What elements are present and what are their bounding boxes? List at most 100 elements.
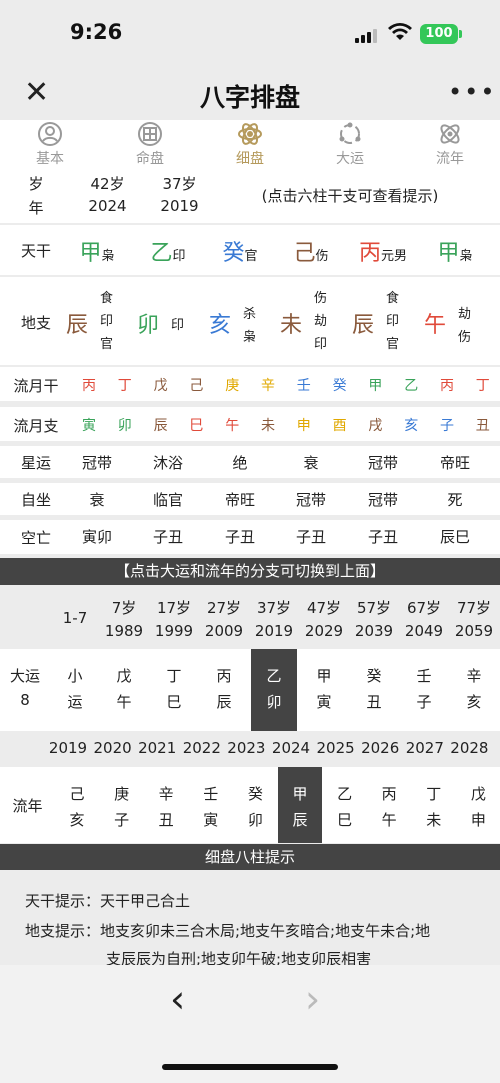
more-button[interactable]: •••	[448, 78, 496, 106]
liunian-gan: 辛	[158, 785, 174, 803]
dizhi-cell[interactable]: 辰食印官	[62, 277, 132, 365]
close-button[interactable]: ✕	[24, 78, 49, 108]
liuyuegan-cell[interactable]: 甲	[359, 375, 391, 395]
dayun-row: 大运 8 小 运 戊午丁巳丙辰乙卯甲寅癸丑壬子辛亥	[0, 649, 500, 731]
dayun-pillar[interactable]: 甲寅	[301, 649, 347, 731]
liuyuegan-cell[interactable]: 己	[180, 375, 212, 395]
dayun-age: 57岁	[356, 599, 392, 617]
liunian-pillar[interactable]: 庚子	[100, 767, 144, 843]
tiangan-cell[interactable]: 甲枭	[420, 235, 490, 267]
liuyuezhi-cell[interactable]: 丑	[467, 415, 499, 435]
liuyuezhi-cell[interactable]: 申	[288, 415, 320, 435]
shishen: 官	[244, 249, 258, 264]
liunian-year[interactable]: 2026	[358, 739, 402, 757]
dayun-age: 27岁	[206, 599, 242, 617]
liunian-year[interactable]: 2021	[135, 739, 179, 757]
liuyuezhi-cell[interactable]: 卯	[109, 415, 141, 435]
tiangan-cell[interactable]: 丙元男	[348, 235, 418, 267]
liunian-year[interactable]: 2022	[180, 739, 224, 757]
dayun-pillar[interactable]: 辛亥	[451, 649, 497, 731]
canggan-shishen: 伤	[458, 330, 472, 345]
liuyuezhi-cell[interactable]: 午	[216, 415, 248, 435]
dizhi-cell[interactable]: 亥杀枭	[205, 277, 275, 365]
liuyuegan-cell[interactable]: 丁	[467, 375, 499, 395]
tiangan-cell[interactable]: 癸官	[205, 235, 275, 267]
liuyuegan-cell[interactable]: 乙	[395, 375, 427, 395]
eight-pillar-tips-banner: 细盘八柱提示	[0, 844, 500, 870]
dayun-pillar[interactable]: 戊午	[101, 649, 147, 731]
liunian-pillar[interactable]: 己亥	[55, 767, 99, 843]
liunian-pillar[interactable]: 辛丑	[144, 767, 188, 843]
liuyuezhi-cell[interactable]: 子	[431, 415, 463, 435]
tab-basic[interactable]: 基本	[15, 120, 85, 168]
dizhi-cell[interactable]: 辰食印官	[348, 277, 418, 365]
tab-label: 流年	[436, 151, 464, 167]
xingyun-row: 星运 冠带 沐浴绝衰冠带 帝旺	[0, 446, 500, 478]
kongwang-cell: 子丑	[367, 528, 398, 546]
liuyuezhi-cell[interactable]: 巳	[180, 415, 212, 435]
liunian-year[interactable]: 2024	[269, 739, 313, 757]
dayun-pillar[interactable]: 丙辰	[201, 649, 247, 731]
liuyuezhi-cell[interactable]: 寅	[73, 415, 105, 435]
liuyuegan-label: 流月干	[13, 377, 59, 395]
liunian-year[interactable]: 2028	[447, 739, 491, 757]
xiaoyun-a[interactable]: 小	[50, 665, 100, 686]
tab-detail[interactable]: 细盘	[215, 120, 285, 168]
liunian-pillar[interactable]: 丁未	[412, 767, 456, 843]
shishen: 元男	[381, 249, 408, 264]
tab-label: 基本	[36, 151, 64, 167]
tiangan-cell[interactable]: 己伤	[276, 235, 346, 267]
xiaoyun-b[interactable]: 运	[50, 691, 100, 712]
dayun-pillar[interactable]: 癸丑	[351, 649, 397, 731]
liunian-pillar[interactable]: 甲辰	[278, 767, 322, 843]
dayun-pillar[interactable]: 乙卯	[251, 649, 297, 731]
dayun-pillar[interactable]: 丁巳	[151, 649, 197, 731]
liunian-pillar[interactable]: 丙午	[367, 767, 411, 843]
dayun-pillar[interactable]: 壬子	[401, 649, 447, 731]
dizhi-cell[interactable]: 午劫伤	[420, 277, 490, 365]
liuyuegan-cell[interactable]: 丙	[431, 375, 463, 395]
dayun-gan: 丁	[166, 667, 182, 685]
liuyuezhi-cell[interactable]: 辰	[145, 415, 177, 435]
liuyuegan-cell[interactable]: 庚	[216, 375, 248, 395]
liunian-pillar[interactable]: 壬寅	[189, 767, 233, 843]
liuyuegan-cell[interactable]: 癸	[324, 375, 356, 395]
tiangan-cell[interactable]: 甲枭	[62, 235, 132, 267]
liunian-year[interactable]: 2023	[224, 739, 268, 757]
liuyuezhi-cell[interactable]: 未	[252, 415, 284, 435]
kongwang-cell: 寅卯	[81, 528, 112, 546]
back-button[interactable]: ‹	[170, 977, 185, 1021]
forward-button[interactable]: ›	[305, 977, 320, 1021]
liunian-year[interactable]: 2025	[314, 739, 358, 757]
liunian-zhi: 未	[426, 811, 442, 829]
liunian-pillar[interactable]: 癸卯	[233, 767, 277, 843]
liuyuegan-cell[interactable]: 壬	[288, 375, 320, 395]
tiangan-cell[interactable]: 乙印	[133, 235, 203, 267]
liunian-year[interactable]: 2019	[46, 739, 90, 757]
xingyun-cell: 沐浴	[152, 454, 183, 472]
liunian-year[interactable]: 2020	[91, 739, 135, 757]
dizhi-cell[interactable]: 未伤劫印	[276, 277, 346, 365]
age-cell: 37岁	[162, 175, 197, 193]
tab-chart[interactable]: 命盘	[115, 120, 185, 168]
tab-dayun[interactable]: 大运	[315, 120, 385, 168]
liuyuezhi-cell[interactable]: 亥	[395, 415, 427, 435]
liunian-pillar[interactable]: 戊申	[456, 767, 500, 843]
dizhi-cell[interactable]: 卯印	[133, 277, 203, 365]
liuyuegan-cell[interactable]: 丁	[109, 375, 141, 395]
liuyuezhi-cell[interactable]: 戌	[359, 415, 391, 435]
zhi-char: 卯	[137, 313, 160, 338]
dizhi-row: 地支 辰食印官卯印亥杀枭未伤劫印辰食印官午劫伤	[0, 277, 500, 365]
dayun-age: 7岁	[111, 599, 137, 617]
liuyuegan-cell[interactable]: 辛	[252, 375, 284, 395]
kongwang-cell: 子丑	[295, 528, 326, 546]
liuyuegan-row: 流月干 丙丁戊己庚辛壬癸甲乙丙丁	[0, 367, 500, 401]
canggan-shishen: 伤	[314, 291, 328, 306]
liuyuegan-cell[interactable]: 戊	[145, 375, 177, 395]
tab-liunian[interactable]: 流年	[415, 120, 485, 168]
liuyuegan-cell[interactable]: 丙	[73, 375, 105, 395]
liunian-pillar[interactable]: 乙巳	[323, 767, 367, 843]
liunian-year[interactable]: 2027	[403, 739, 447, 757]
liuyuezhi-cell[interactable]: 酉	[324, 415, 356, 435]
switch-hint-banner: 【点击大运和流年的分支可切换到上面】	[0, 558, 500, 585]
